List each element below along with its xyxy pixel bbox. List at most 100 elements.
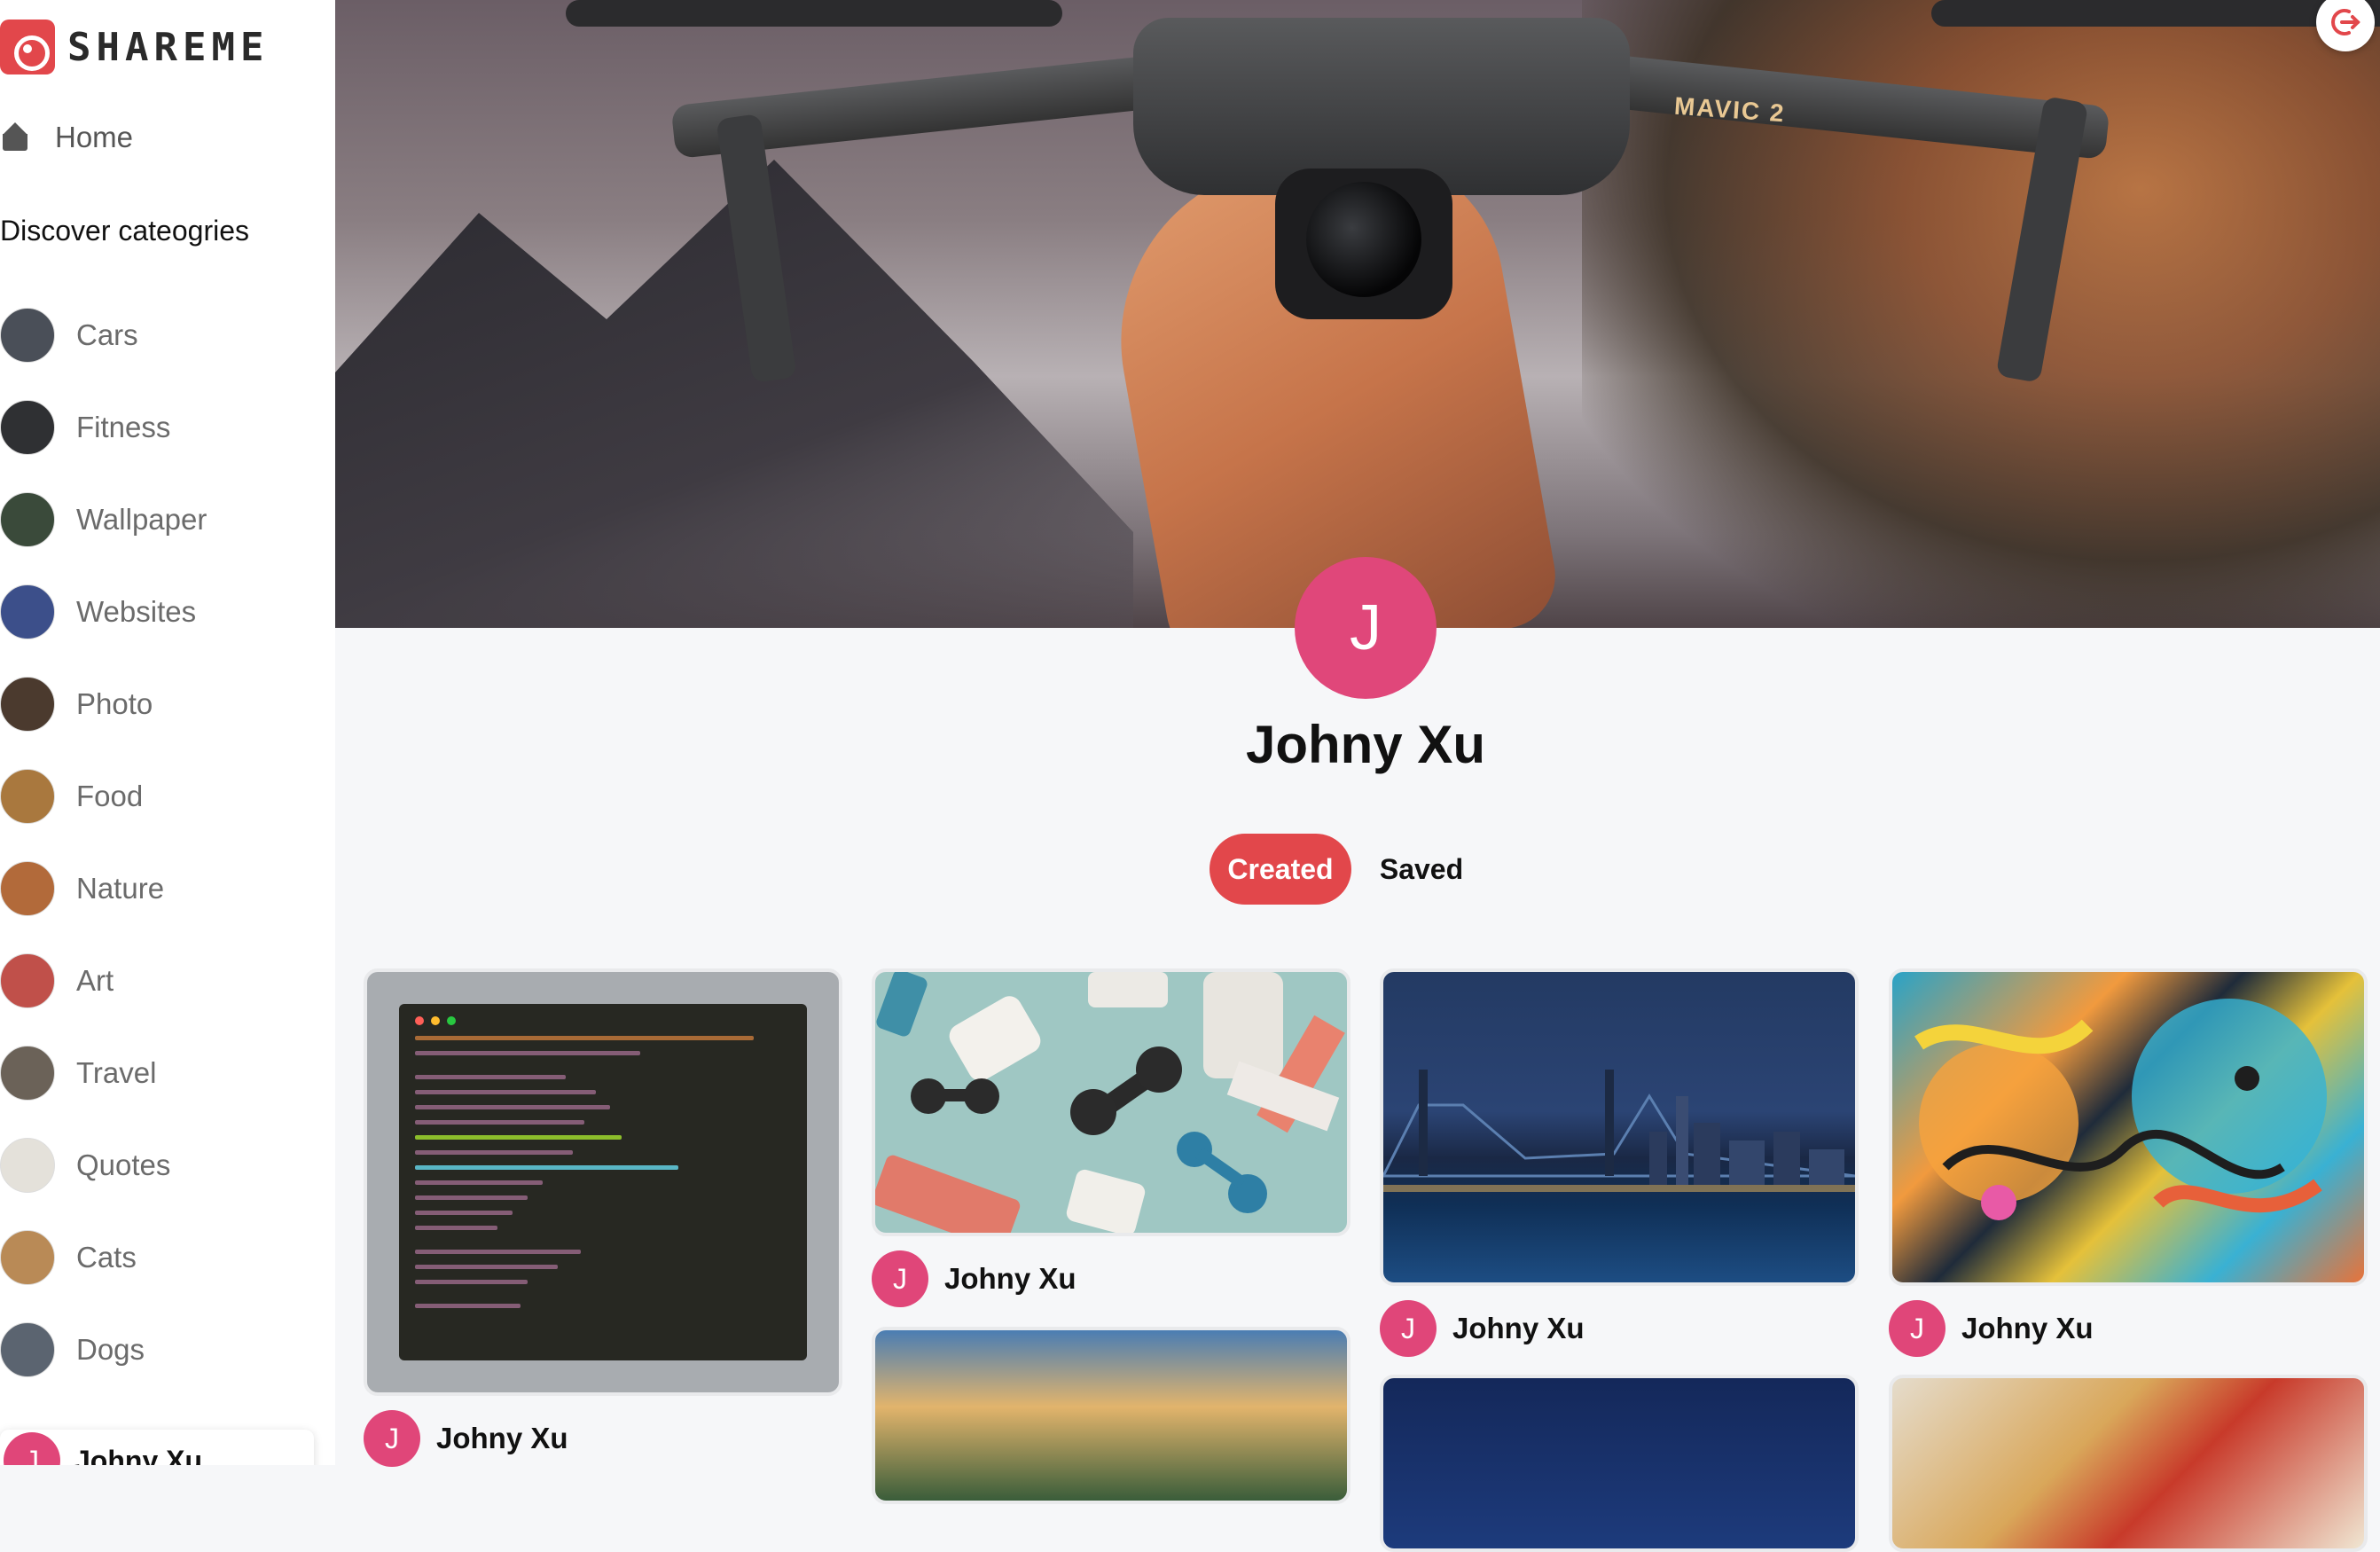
home-icon	[0, 122, 30, 153]
sidebar-item-websites[interactable]: Websites	[0, 566, 335, 658]
avatar: J	[1889, 1300, 1945, 1357]
category-label: Nature	[76, 872, 165, 905]
pin-author[interactable]: J Johny Xu	[1380, 1300, 1859, 1357]
avatar: J	[872, 1250, 928, 1307]
pin-image[interactable]	[364, 968, 842, 1396]
pin-author[interactable]: J Johny Xu	[872, 1250, 1350, 1307]
sidebar-item-wallpaper[interactable]: Wallpaper	[0, 474, 335, 566]
pin-card[interactable]: J Johny Xu	[364, 968, 842, 1467]
sidebar-item-quotes[interactable]: Quotes	[0, 1119, 335, 1211]
code-line	[415, 1105, 611, 1109]
category-label: Wallpaper	[76, 503, 207, 536]
category-label: Travel	[76, 1056, 157, 1089]
sidebar-item-cats[interactable]: Cats	[0, 1211, 335, 1304]
app-logo[interactable]: SHAREME	[0, 20, 269, 74]
sidebar-item-nature[interactable]: Nature	[0, 843, 335, 935]
pin-image[interactable]	[1380, 968, 1859, 1286]
pin-image[interactable]	[872, 1327, 1350, 1504]
code-line	[415, 1120, 584, 1125]
category-thumbnail	[0, 677, 55, 732]
profile-avatar: J	[1295, 557, 1437, 699]
discover-categories-heading: Discover cateogries	[0, 215, 249, 247]
category-label: Dogs	[76, 1333, 145, 1366]
pin-author-name: Johny Xu	[944, 1262, 1076, 1295]
pin-card[interactable]	[1380, 1375, 1859, 1552]
code-line	[415, 1165, 678, 1170]
category-list: Cars Fitness Wallpaper Websites Photo Fo…	[0, 289, 335, 1396]
sidebar-item-fitness[interactable]: Fitness	[0, 381, 335, 474]
sidebar-item-photo[interactable]: Photo	[0, 658, 335, 750]
category-thumbnail	[0, 1138, 55, 1193]
category-label: Cats	[76, 1241, 137, 1274]
pin-card[interactable]: J Johny Xu	[1889, 968, 2368, 1357]
profile-banner-image: MAVIC 2	[335, 0, 2380, 628]
category-thumbnail	[0, 1322, 55, 1377]
category-label: Food	[76, 780, 144, 812]
avatar: J	[1380, 1300, 1437, 1357]
category-label: Fitness	[76, 411, 171, 443]
code-line	[415, 1150, 574, 1155]
code-line	[415, 1195, 528, 1200]
pin-card[interactable]	[1889, 1375, 2368, 1552]
dot-yellow	[431, 1016, 440, 1025]
category-thumbnail	[0, 400, 55, 455]
category-label: Quotes	[76, 1148, 171, 1181]
profile-name: Johny Xu	[1245, 715, 1486, 774]
category-thumbnail	[0, 492, 55, 547]
avatar: J	[4, 1432, 60, 1465]
code-line	[415, 1265, 559, 1269]
pin-image[interactable]	[872, 968, 1350, 1236]
sidebar-item-home[interactable]: Home	[0, 121, 133, 154]
category-label: Websites	[76, 595, 197, 628]
logo-text: SHAREME	[67, 24, 270, 70]
pin-card[interactable]: J Johny Xu	[872, 968, 1350, 1307]
avatar: J	[364, 1410, 420, 1467]
code-editor-screenshot	[399, 1004, 807, 1360]
pin-author-name: Johny Xu	[436, 1422, 568, 1454]
category-label: Art	[76, 964, 114, 997]
category-thumbnail	[0, 769, 55, 824]
camera-icon	[0, 20, 55, 74]
category-thumbnail	[0, 1046, 55, 1101]
pin-image[interactable]	[1889, 968, 2368, 1286]
code-line	[415, 1135, 622, 1140]
category-thumbnail	[0, 584, 55, 639]
code-line	[415, 1211, 513, 1215]
sidebar-user-profile-link[interactable]: J Johny Xu	[0, 1430, 314, 1465]
category-label: Cars	[76, 318, 138, 351]
sidebar: SHAREME Home Discover cateogries Cars Fi…	[0, 0, 335, 1465]
code-line	[415, 1226, 498, 1230]
code-line	[415, 1250, 581, 1254]
drone-lens	[1306, 182, 1421, 297]
pin-image[interactable]	[1380, 1375, 1859, 1552]
code-line	[415, 1180, 544, 1185]
drone-propeller-left	[566, 0, 1062, 27]
sidebar-item-dogs[interactable]: Dogs	[0, 1304, 335, 1396]
sidebar-item-food[interactable]: Food	[0, 750, 335, 843]
category-thumbnail	[0, 861, 55, 916]
tab-saved[interactable]: Saved	[1366, 834, 1477, 905]
category-thumbnail	[0, 308, 55, 363]
sidebar-user-name: Johny Xu	[74, 1444, 203, 1466]
dot-green	[447, 1016, 456, 1025]
pin-author[interactable]: J Johny Xu	[1889, 1300, 2368, 1357]
category-label: Photo	[76, 687, 153, 720]
tab-created[interactable]: Created	[1210, 834, 1351, 905]
pin-author-name: Johny Xu	[1452, 1312, 1585, 1344]
pin-card[interactable]	[872, 1327, 1350, 1504]
code-line	[415, 1090, 596, 1094]
pin-card[interactable]: J Johny Xu	[1380, 968, 1859, 1357]
pin-image[interactable]	[1889, 1375, 2368, 1552]
logout-icon	[2331, 9, 2360, 35]
category-thumbnail	[0, 953, 55, 1008]
pop-art-illustration	[1914, 999, 2327, 1220]
fitness-illustration	[875, 972, 1345, 1233]
window-dots	[415, 1016, 791, 1025]
code-line	[415, 1304, 521, 1308]
sidebar-item-art[interactable]: Art	[0, 935, 335, 1027]
sidebar-item-cars[interactable]: Cars	[0, 289, 335, 381]
city-skyline	[1383, 1070, 1855, 1192]
sidebar-item-travel[interactable]: Travel	[0, 1027, 335, 1119]
pin-author[interactable]: J Johny Xu	[364, 1410, 842, 1467]
drone-propeller-right	[1931, 0, 2380, 27]
